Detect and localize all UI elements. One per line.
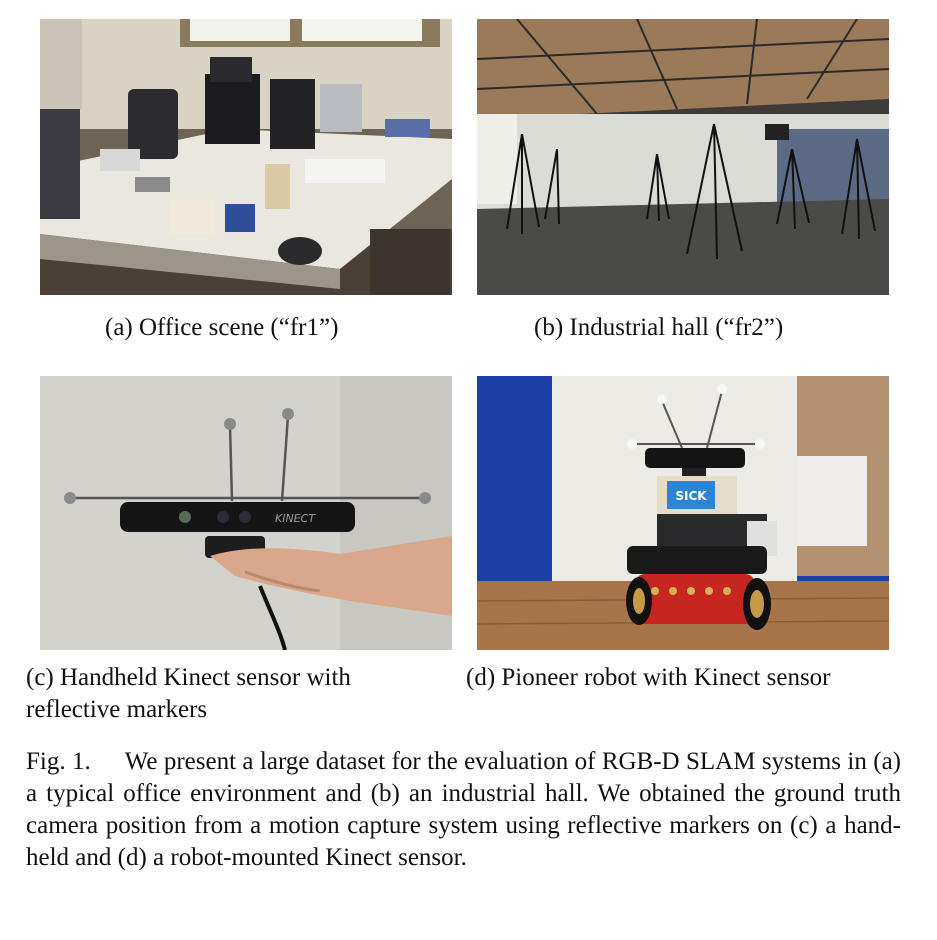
subfigure-caption-b: (b) Industrial hall (“fr2”) — [534, 312, 783, 344]
subfigure-label: (c) — [26, 664, 54, 691]
subfigure-label: (a) — [105, 314, 133, 341]
subfigure-caption-text: Handheld Kinect sensor with reflective m… — [26, 664, 351, 723]
industrial-hall-photo — [477, 19, 889, 295]
subfigure-label: (d) — [466, 664, 496, 691]
figure-caption-text: We present a large dataset for the evalu… — [26, 748, 901, 871]
subfigure-label: (b) — [534, 314, 564, 341]
office-scene-photo — [40, 19, 452, 295]
subfigure-caption-a: (a) Office scene (“fr1”) — [105, 312, 338, 344]
figure-caption-label: Fig. 1. — [26, 748, 91, 775]
figure-caption: Fig. 1. We present a large dataset for th… — [26, 746, 901, 874]
sick-label: SICK — [675, 489, 707, 503]
subfigure-caption-text: Pioneer robot with Kinect sensor — [501, 664, 831, 691]
subfigure-caption-d: (d) Pioneer robot with Kinect sensor — [466, 662, 831, 694]
pioneer-robot-photo: SICK — [477, 376, 889, 650]
handheld-kinect-photo: KINECT — [40, 376, 452, 650]
subfigure-caption-text: Industrial hall (“fr2”) — [569, 314, 784, 341]
subfigure-caption-text: Office scene (“fr1”) — [139, 314, 339, 341]
kinect-logo: KINECT — [275, 512, 316, 525]
subfigure-caption-c: (c) Handheld Kinect sensor with reflecti… — [26, 662, 426, 726]
